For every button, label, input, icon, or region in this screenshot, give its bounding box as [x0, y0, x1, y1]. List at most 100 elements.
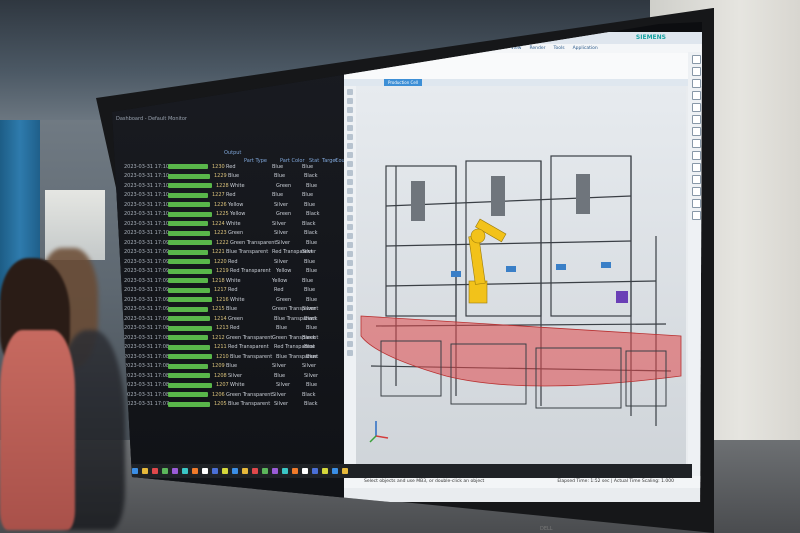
row-part-color: Blue: [276, 325, 288, 332]
taskbar-app-icon[interactable]: [182, 468, 188, 474]
taskbar-app-icon[interactable]: [252, 468, 258, 474]
taskbar-app-icon[interactable]: [222, 468, 228, 474]
tool-icon[interactable]: [347, 98, 353, 104]
row-part-color: Silver: [274, 401, 289, 408]
tool-icon[interactable]: [347, 215, 353, 221]
tool-icon[interactable]: [347, 188, 353, 194]
tool-icon[interactable]: [347, 287, 353, 293]
tool-icon[interactable]: [347, 107, 353, 113]
nx-document-tab[interactable]: Production Cell: [384, 79, 423, 86]
taskbar-app-icon[interactable]: [212, 468, 218, 474]
resource-bar-icon[interactable]: [691, 187, 701, 196]
resource-bar-icon[interactable]: [691, 127, 701, 136]
nx-menu-item[interactable]: Application: [573, 46, 598, 51]
taskbar-app-icon[interactable]: [332, 468, 338, 474]
gripper-3: [576, 174, 590, 214]
tool-icon[interactable]: [347, 305, 353, 311]
tool-icon[interactable]: [347, 242, 353, 248]
monitor-brand-label: DELL: [540, 526, 553, 532]
tool-icon[interactable]: [347, 197, 353, 203]
tool-icon[interactable]: [347, 332, 353, 338]
tool-icon[interactable]: [347, 89, 353, 95]
taskbar-app-icon[interactable]: [172, 468, 178, 474]
tool-icon[interactable]: [347, 170, 353, 176]
tool-icon[interactable]: [347, 125, 353, 131]
taskbar-app-icon[interactable]: [292, 468, 298, 474]
resource-bar-icon[interactable]: [691, 115, 701, 124]
taskbar-app-icon[interactable]: [142, 468, 148, 474]
taskbar-app-icon[interactable]: [272, 468, 278, 474]
table-row: 2023-03-31 17:10 1225 Yellow Green Black: [124, 210, 339, 220]
row-part-type: White: [226, 220, 241, 227]
resource-bar-icon[interactable]: [691, 175, 701, 184]
resource-bar-icon[interactable]: [691, 211, 701, 220]
tool-icon[interactable]: [347, 161, 353, 167]
row-timestamp: 2023-03-31 17:08: [124, 353, 170, 360]
taskbar-app-icon[interactable]: [262, 468, 268, 474]
nx-3d-viewport[interactable]: [356, 86, 686, 476]
row-part-color: Yellow: [272, 277, 288, 284]
dashboard-tab-title[interactable]: Dashboard - Default Monitor: [116, 116, 187, 122]
row-id: 1217: [214, 287, 227, 294]
row-id: 1230: [212, 163, 225, 170]
resource-bar-icon[interactable]: [691, 103, 701, 112]
taskbar-app-icon[interactable]: [202, 468, 208, 474]
taskbar-app-icon[interactable]: [342, 468, 348, 474]
tool-icon[interactable]: [347, 260, 353, 266]
resource-bar-icon[interactable]: [691, 199, 701, 208]
nx-menu-item[interactable]: Render: [529, 46, 545, 51]
tool-icon[interactable]: [347, 152, 353, 158]
resource-bar-icon[interactable]: [691, 163, 701, 172]
tool-icon[interactable]: [347, 206, 353, 212]
row-timestamp: 2023-03-31 17:09: [124, 249, 170, 256]
row-timestamp: 2023-03-31 17:08: [124, 325, 170, 332]
taskbar-app-icon[interactable]: [312, 468, 318, 474]
table-row: 2023-03-31 17:10 1228 White Green Blue: [124, 181, 339, 191]
tool-icon[interactable]: [347, 296, 353, 302]
resource-bar-icon[interactable]: [691, 91, 701, 100]
tool-icon[interactable]: [347, 233, 353, 239]
resource-bar-icon[interactable]: [691, 139, 701, 148]
row-progress-bar: [168, 335, 208, 341]
tool-icon[interactable]: [347, 143, 353, 149]
tool-icon[interactable]: [347, 278, 353, 284]
table-row: 2023-03-31 17:09 1219 Red Transparent Yello…: [124, 267, 339, 277]
taskbar-app-icon[interactable]: [232, 468, 238, 474]
row-timestamp: 2023-03-31 17:10: [124, 192, 170, 199]
tool-icon[interactable]: [347, 251, 353, 257]
taskbar-app-icon[interactable]: [152, 468, 158, 474]
taskbar-app-icon[interactable]: [282, 468, 288, 474]
row-target: Black: [304, 315, 318, 322]
taskbar-app-icon[interactable]: [322, 468, 328, 474]
tool-icon[interactable]: [347, 179, 353, 185]
row-part-type: Yellow: [230, 211, 246, 218]
row-id: 1213: [216, 325, 229, 332]
tool-icon[interactable]: [347, 341, 353, 347]
row-progress-bar: [168, 259, 210, 265]
row-progress-bar: [168, 382, 212, 388]
dashboard-table: 2023-03-31 17:10 1230 Red Blue Blue 2023-03-3…: [124, 162, 339, 409]
tool-icon[interactable]: [347, 269, 353, 275]
gripper-1: [411, 181, 425, 221]
row-target: Silver: [302, 249, 317, 256]
yellow-robot-arm: [468, 218, 507, 304]
nx-menu-item[interactable]: Tools: [553, 46, 564, 51]
taskbar-app-icon[interactable]: [302, 468, 308, 474]
tool-icon[interactable]: [347, 323, 353, 329]
resource-bar-icon[interactable]: [691, 67, 701, 76]
tool-icon[interactable]: [347, 314, 353, 320]
row-progress-bar: [168, 363, 208, 369]
tool-icon[interactable]: [347, 224, 353, 230]
tool-icon[interactable]: [347, 350, 353, 356]
resource-bar-icon[interactable]: [691, 55, 701, 64]
tool-icon[interactable]: [347, 116, 353, 122]
resource-bar-icon[interactable]: [691, 79, 701, 88]
resource-bar-icon[interactable]: [691, 151, 701, 160]
taskbar-app-icon[interactable]: [162, 468, 168, 474]
taskbar-app-icon[interactable]: [242, 468, 248, 474]
row-part-color: Red: [274, 287, 284, 294]
taskbar-app-icon[interactable]: [192, 468, 198, 474]
row-part-type: Green Transparent: [226, 334, 273, 341]
tool-icon[interactable]: [347, 134, 353, 140]
taskbar-app-icon[interactable]: [132, 468, 138, 474]
